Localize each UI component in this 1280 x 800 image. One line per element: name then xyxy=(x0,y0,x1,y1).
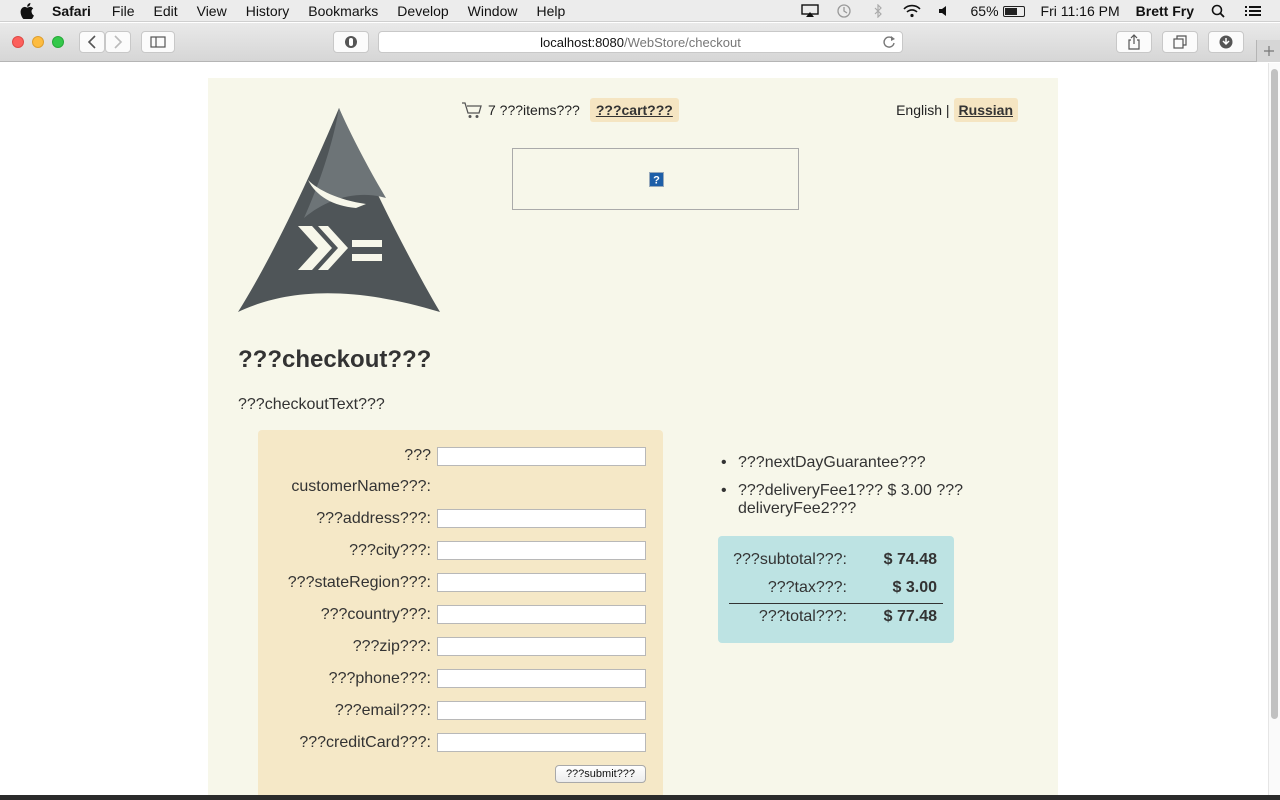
menu-bookmarks[interactable]: Bookmarks xyxy=(308,3,378,19)
zoom-window-button[interactable] xyxy=(52,36,64,48)
menu-develop[interactable]: Develop xyxy=(397,3,448,19)
tax-value: $ 3.00 xyxy=(892,579,937,596)
submit-button[interactable]: ???submit??? xyxy=(555,765,646,783)
lang-russian-link[interactable]: Russian xyxy=(953,98,1018,122)
customer-name-label-line2: customerName???: xyxy=(291,478,431,495)
battery-level xyxy=(1004,7,1017,15)
browser-toolbar: localhost:8080/WebStore/checkout xyxy=(0,23,1280,62)
sidebar-icon xyxy=(150,36,166,48)
reload-icon[interactable] xyxy=(882,35,896,49)
close-window-button[interactable] xyxy=(12,36,24,48)
language-switcher: English | Russian xyxy=(896,98,1018,122)
back-icon xyxy=(87,35,96,49)
menu-help[interactable]: Help xyxy=(536,3,565,19)
phone-label: ???phone???: xyxy=(328,670,431,687)
volume-icon[interactable] xyxy=(937,4,955,18)
delivery-info-list: ???nextDayGuarantee??? ???deliveryFee1??… xyxy=(718,454,978,528)
subtotal-label: ???subtotal???: xyxy=(733,551,847,568)
share-button[interactable] xyxy=(1116,31,1152,53)
time-machine-icon[interactable] xyxy=(835,4,853,18)
menu-edit[interactable]: Edit xyxy=(153,3,177,19)
battery-percent: 65% xyxy=(970,3,999,19)
battery-indicator[interactable]: 65% xyxy=(971,3,1025,19)
menu-view[interactable]: View xyxy=(197,3,227,19)
totals-divider xyxy=(729,603,943,604)
page-title: ???checkout??? xyxy=(238,346,432,373)
sidebar-button[interactable] xyxy=(141,31,175,53)
shopping-cart-icon xyxy=(462,102,482,118)
menu-window[interactable]: Window xyxy=(468,3,518,19)
email-label: ???email???: xyxy=(334,702,431,719)
downloads-icon xyxy=(1219,35,1233,49)
menu-app-safari[interactable]: Safari xyxy=(52,3,91,19)
cart-item-count: 7 ???items??? xyxy=(488,102,580,118)
privacy-shield-icon xyxy=(345,36,357,48)
city-input[interactable] xyxy=(437,541,646,560)
address-label: ???address???: xyxy=(316,510,431,527)
spotlight-icon[interactable] xyxy=(1210,4,1228,18)
zip-input[interactable] xyxy=(437,637,646,656)
phone-input[interactable] xyxy=(437,669,646,688)
bluetooth-icon[interactable] xyxy=(869,4,887,18)
scrollbar-thumb[interactable] xyxy=(1271,69,1278,719)
notification-center-icon[interactable] xyxy=(1244,4,1262,18)
page-scrollbar[interactable] xyxy=(1268,63,1280,800)
zip-label: ???zip???: xyxy=(352,638,431,655)
privacy-button[interactable] xyxy=(333,31,369,53)
store-logo[interactable] xyxy=(238,108,440,312)
total-value: $ 77.48 xyxy=(883,608,937,625)
customer-name-label-line1: ??? xyxy=(404,447,431,464)
list-item: ???nextDayGuarantee??? xyxy=(718,454,978,472)
tabs-overview-icon xyxy=(1173,35,1187,49)
customer-name-input[interactable] xyxy=(437,447,646,466)
checkout-intro-text: ???checkoutText??? xyxy=(238,396,385,413)
address-input[interactable] xyxy=(437,509,646,528)
clock[interactable]: Fri 11:16 PM xyxy=(1041,3,1120,19)
subtotal-value: $ 74.48 xyxy=(883,551,937,568)
menu-history[interactable]: History xyxy=(246,3,290,19)
user-name[interactable]: Brett Fry xyxy=(1136,3,1194,19)
tabs-overview-button[interactable] xyxy=(1162,31,1198,53)
country-input[interactable] xyxy=(437,605,646,624)
state-region-label: ???stateRegion???: xyxy=(287,574,431,591)
wifi-icon[interactable] xyxy=(902,4,921,18)
minimize-window-button[interactable] xyxy=(32,36,44,48)
page-viewport: 7 ???items??? ???cart??? English | Russi… xyxy=(0,63,1280,800)
cart-link[interactable]: ???cart??? xyxy=(589,98,679,122)
address-bar[interactable]: localhost:8080/WebStore/checkout xyxy=(378,31,903,53)
apple-icon[interactable] xyxy=(20,2,34,19)
city-label: ???city???: xyxy=(349,542,431,559)
tax-label: ???tax???: xyxy=(767,579,847,596)
url-host: localhost:8080 xyxy=(540,34,624,50)
new-tab-icon xyxy=(1263,46,1274,56)
status-menus: 65% Fri 11:16 PM Brett Fry xyxy=(800,0,1280,22)
state-region-input[interactable] xyxy=(437,573,646,592)
email-input[interactable] xyxy=(437,701,646,720)
forward-icon xyxy=(114,35,123,49)
list-item: ???deliveryFee1??? $ 3.00 ??? deliveryFe… xyxy=(718,482,978,518)
checkout-form: ??? customerName???: ???address???: ???c… xyxy=(258,430,663,800)
forward-button[interactable] xyxy=(105,31,131,53)
airplay-icon[interactable] xyxy=(800,4,819,18)
menu-file[interactable]: File xyxy=(112,3,135,19)
lang-english-link[interactable]: English | xyxy=(896,102,949,118)
menu-bar: Safari File Edit View History Bookmarks … xyxy=(0,0,1280,22)
desktop-background xyxy=(0,795,1280,800)
banner-image-frame: ? xyxy=(512,148,799,210)
broken-image-icon: ? xyxy=(649,172,664,187)
credit-card-input[interactable] xyxy=(437,733,646,752)
back-button[interactable] xyxy=(79,31,105,53)
battery-icon xyxy=(1002,5,1025,17)
cart-summary: 7 ???items??? ???cart??? xyxy=(461,98,679,122)
svg-text:?: ? xyxy=(653,175,660,187)
total-label: ???total???: xyxy=(758,608,847,625)
credit-card-label: ???creditCard???: xyxy=(299,734,431,751)
url-path: /WebStore/checkout xyxy=(624,34,741,50)
new-tab-button[interactable] xyxy=(1256,40,1280,62)
downloads-button[interactable] xyxy=(1208,31,1244,53)
page-container: 7 ???items??? ???cart??? English | Russi… xyxy=(208,78,1058,800)
order-totals: ???subtotal???: $ 74.48 ???tax???: $ 3.0… xyxy=(718,536,954,643)
country-label: ???country???: xyxy=(320,606,431,623)
share-icon xyxy=(1128,34,1140,50)
